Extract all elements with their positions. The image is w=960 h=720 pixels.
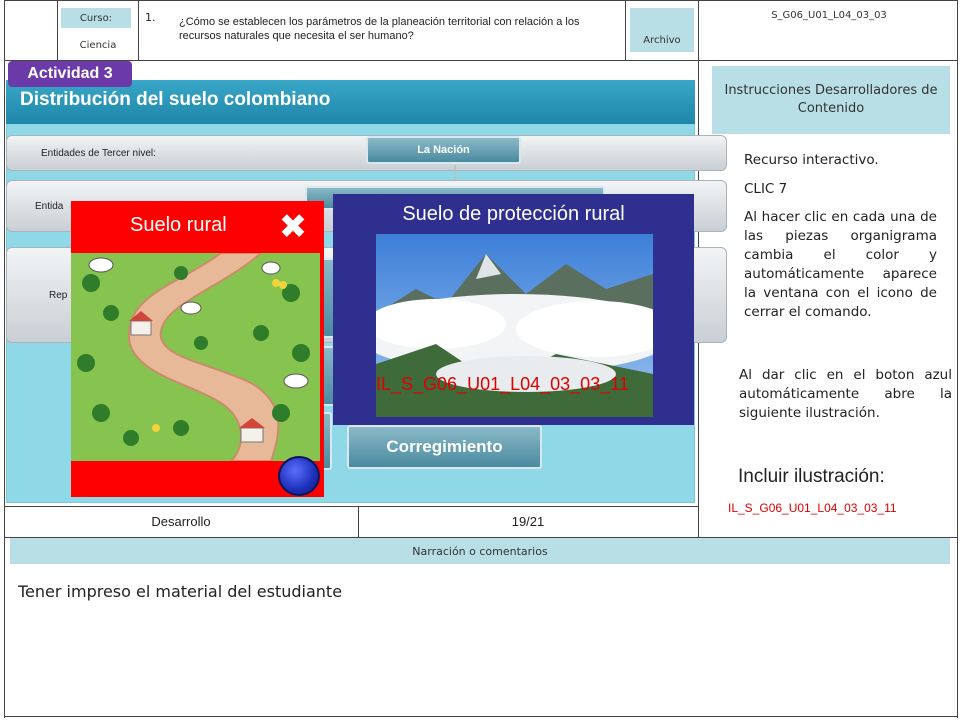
blue-round-button[interactable] bbox=[278, 456, 320, 496]
illustration-code-overlay: IL_S_G06_U01_L04_03_03_11 bbox=[376, 374, 629, 394]
curso-value: Ciencia bbox=[79, 40, 117, 51]
frame-right bbox=[957, 0, 958, 718]
instr-line-recurso: Recurso interactivo. bbox=[744, 152, 879, 168]
footer-divider-top bbox=[4, 506, 698, 507]
popup-suelo-rural-title: Suelo rural bbox=[130, 214, 227, 236]
curso-label: Curso: bbox=[61, 8, 131, 28]
desarrollo-label: Desarrollo bbox=[151, 514, 211, 529]
row-label-primer-nivel: Rep bbox=[49, 290, 68, 301]
col-divider-3 bbox=[625, 0, 626, 60]
question-text: ¿Cómo se establecen los parámetros de la… bbox=[179, 16, 580, 42]
incluir-ilustracion-label: Incluir ilustración: bbox=[738, 466, 885, 487]
page-number: 19/21 bbox=[511, 514, 545, 529]
file-code: S_G06_U01_L04_03_03 bbox=[771, 10, 887, 21]
node-la-nacion[interactable]: La Nación bbox=[366, 136, 521, 164]
narracion-header: Narración o comentarios bbox=[10, 538, 950, 564]
stage-title: Distribución del suelo colombiano bbox=[20, 89, 331, 110]
rural-map-illustration bbox=[71, 253, 320, 461]
instr-paragraph-2: Al dar clic en el boton azul automáticam… bbox=[739, 367, 952, 421]
incluir-ilustracion-code: IL_S_G06_U01_L04_03_03_11 bbox=[728, 501, 897, 515]
archivo-label: Archivo bbox=[630, 8, 694, 52]
frame-top bbox=[4, 0, 958, 1]
popup-suelo-proteccion-title: Suelo de protección rural bbox=[402, 203, 625, 225]
actividad-badge: Actividad 3 bbox=[8, 61, 132, 87]
corregimiento-button[interactable]: Corregimiento bbox=[347, 425, 542, 469]
instructions-header: Instrucciones Desarrolladores de Conteni… bbox=[712, 66, 950, 134]
col-divider-1 bbox=[57, 0, 58, 60]
row-label-tercer-nivel: Entidades de Tercer nivel: bbox=[41, 148, 156, 159]
narracion-text: Tener impreso el material del estudiante bbox=[18, 582, 343, 601]
frame-bottom bbox=[4, 716, 958, 717]
col-divider-2 bbox=[138, 0, 139, 60]
row-label-segundo-nivel: Entida bbox=[35, 201, 64, 212]
frame-left bbox=[4, 0, 5, 718]
instr-line-clic: CLIC 7 bbox=[744, 181, 788, 197]
close-icon[interactable]: ✖ bbox=[276, 210, 310, 244]
instr-paragraph-1: Al hacer clic en cada una de las piezas … bbox=[744, 209, 937, 320]
header-divider bbox=[4, 60, 958, 61]
question-number: 1. bbox=[145, 11, 156, 24]
